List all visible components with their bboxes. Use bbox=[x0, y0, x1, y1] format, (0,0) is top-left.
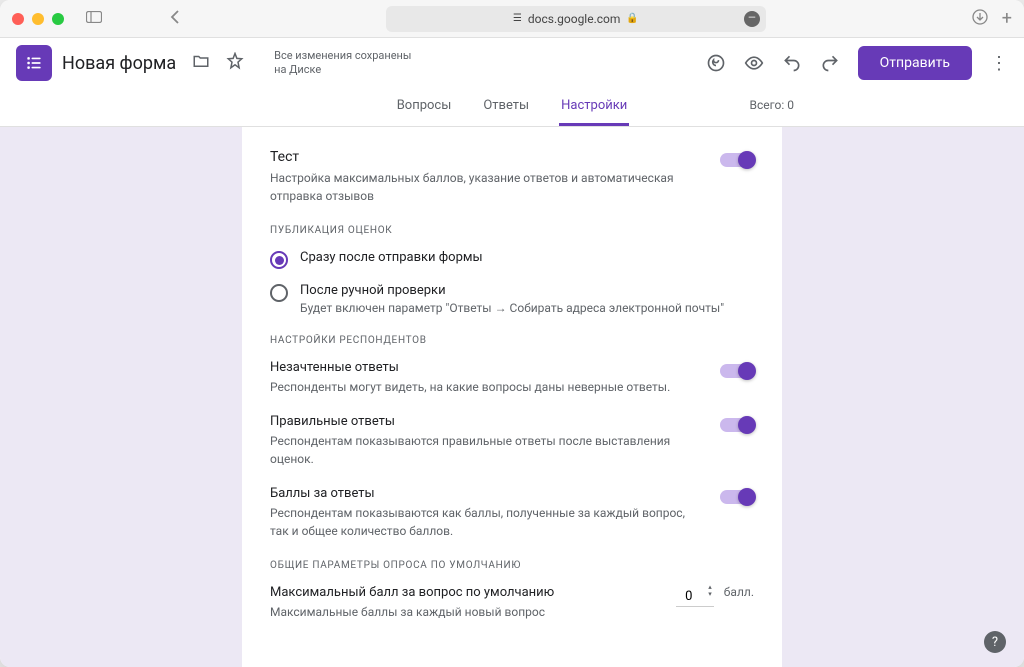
redo-icon[interactable] bbox=[820, 53, 840, 73]
total-points: Всего: 0 bbox=[749, 98, 794, 112]
radio-manual-label: После ручной проверки bbox=[300, 283, 754, 298]
form-title[interactable]: Новая форма bbox=[62, 53, 176, 74]
more-icon[interactable]: ⋮ bbox=[990, 53, 1008, 74]
default-score-input[interactable] bbox=[676, 587, 714, 607]
tab-answers[interactable]: Ответы bbox=[481, 88, 531, 126]
nav-back-icon[interactable] bbox=[170, 9, 180, 28]
browser-window: ☰ docs.google.com 🔒 — + Новая форма Все … bbox=[0, 0, 1024, 667]
points-title: Баллы за ответы bbox=[270, 486, 700, 501]
default-score-desc: Максимальные баллы за каждый новый вопро… bbox=[270, 604, 666, 621]
defaults-header: ОБЩИЕ ПАРАМЕТРЫ ОПРОСА ПО УМОЛЧАНИЮ bbox=[270, 560, 754, 571]
radio-manual[interactable] bbox=[270, 284, 288, 302]
star-icon[interactable] bbox=[226, 52, 244, 74]
correct-toggle[interactable] bbox=[720, 418, 754, 432]
radio-immediately[interactable] bbox=[270, 251, 288, 269]
publish-header: ПУБЛИКАЦИЯ ОЦЕНОК bbox=[270, 225, 754, 236]
url-text: docs.google.com bbox=[528, 12, 621, 26]
missed-desc: Респонденты могут видеть, на какие вопро… bbox=[270, 379, 700, 396]
help-icon[interactable]: ? bbox=[984, 631, 1006, 653]
points-toggle[interactable] bbox=[720, 490, 754, 504]
address-bar[interactable]: ☰ docs.google.com 🔒 — bbox=[386, 6, 766, 32]
tabs: Вопросы Ответы Настройки Всего: 0 bbox=[0, 88, 1024, 127]
lock-icon: 🔒 bbox=[626, 13, 638, 24]
undo-icon[interactable] bbox=[782, 53, 802, 73]
sidebar-toggle-icon[interactable] bbox=[86, 11, 102, 27]
site-settings-icon: ☰ bbox=[513, 13, 522, 24]
tab-settings[interactable]: Настройки bbox=[559, 88, 629, 126]
send-button[interactable]: Отправить bbox=[858, 46, 972, 80]
correct-title: Правильные ответы bbox=[270, 414, 700, 429]
quiz-toggle[interactable] bbox=[720, 153, 754, 167]
titlebar: ☰ docs.google.com 🔒 — + bbox=[0, 0, 1024, 38]
score-unit: балл. bbox=[724, 585, 754, 599]
default-score-title: Максимальный балл за вопрос по умолчанию bbox=[270, 585, 666, 600]
new-tab-icon[interactable]: + bbox=[1002, 8, 1012, 29]
missed-title: Незачтенные ответы bbox=[270, 360, 700, 375]
quiz-title: Тест bbox=[270, 149, 704, 165]
respondent-header: НАСТРОЙКИ РЕСПОНДЕНТОВ bbox=[270, 335, 754, 346]
tab-questions[interactable]: Вопросы bbox=[395, 88, 454, 126]
download-icon[interactable] bbox=[972, 9, 988, 29]
points-desc: Респондентам показываются как баллы, пол… bbox=[270, 505, 700, 540]
forms-logo-icon[interactable] bbox=[16, 45, 52, 81]
radio-immediately-label: Сразу после отправки формы bbox=[300, 250, 754, 265]
content-area: Тест Настройка максимальных баллов, указ… bbox=[0, 127, 1024, 667]
app-header: Новая форма Все изменения сохранены на Д… bbox=[0, 38, 1024, 88]
reader-icon[interactable]: — bbox=[744, 11, 760, 27]
move-folder-icon[interactable] bbox=[192, 52, 210, 74]
theme-icon[interactable] bbox=[706, 53, 726, 73]
quiz-desc: Настройка максимальных баллов, указание … bbox=[270, 169, 704, 205]
missed-toggle[interactable] bbox=[720, 364, 754, 378]
traffic-lights bbox=[12, 13, 64, 25]
minimize-window[interactable] bbox=[32, 13, 44, 25]
correct-desc: Респондентам показываются правильные отв… bbox=[270, 433, 700, 468]
settings-card: Тест Настройка максимальных баллов, указ… bbox=[242, 127, 782, 667]
preview-icon[interactable] bbox=[744, 53, 764, 73]
radio-manual-desc: Будет включен параметр "Ответы → Собират… bbox=[300, 301, 754, 315]
maximize-window[interactable] bbox=[52, 13, 64, 25]
save-status: Все изменения сохранены на Диске bbox=[274, 49, 414, 78]
close-window[interactable] bbox=[12, 13, 24, 25]
